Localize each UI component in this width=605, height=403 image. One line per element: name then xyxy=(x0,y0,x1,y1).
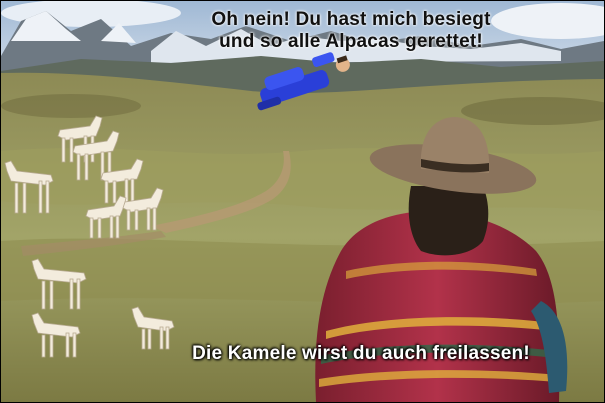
message-line-1: Oh nein! Du hast mich besiegt xyxy=(211,9,491,30)
message-line-2: und so alle Alpacas gerettet! xyxy=(219,31,483,52)
footer-message: Die Kamele wirst du auch freilassen! xyxy=(192,343,530,364)
background-landscape xyxy=(1,1,604,402)
game-scene: Oh nein! Du hast mich besiegt und so all… xyxy=(0,0,605,403)
message-banner: Oh nein! Du hast mich besiegt und so all… xyxy=(171,9,531,53)
